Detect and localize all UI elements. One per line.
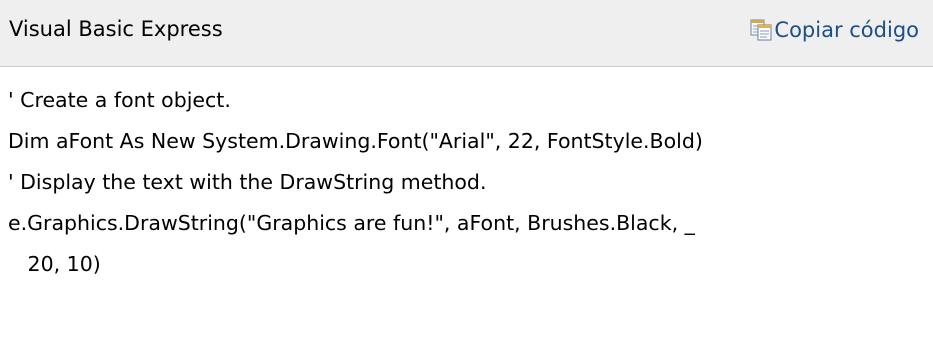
code-line: Dim aFont As New System.Drawing.Font("Ar… <box>8 129 703 153</box>
code-block: ' Create a font object. Dim aFont As New … <box>8 80 928 285</box>
copy-code-button[interactable]: Copiar código <box>750 15 919 45</box>
code-line: e.Graphics.DrawString("Graphics are fun!… <box>8 211 695 235</box>
code-line: ' Display the text with the DrawString m… <box>8 170 487 194</box>
copy-icon <box>750 19 773 41</box>
snippet-header: Visual Basic Express Copiar código <box>0 0 933 67</box>
code-snippet: Visual Basic Express Copiar código ' Cre… <box>0 0 933 337</box>
code-line: ' Create a font object. <box>8 88 231 112</box>
language-title: Visual Basic Express <box>9 17 223 41</box>
copy-code-label: Copiar código <box>774 18 919 42</box>
code-line: 20, 10) <box>8 252 101 276</box>
